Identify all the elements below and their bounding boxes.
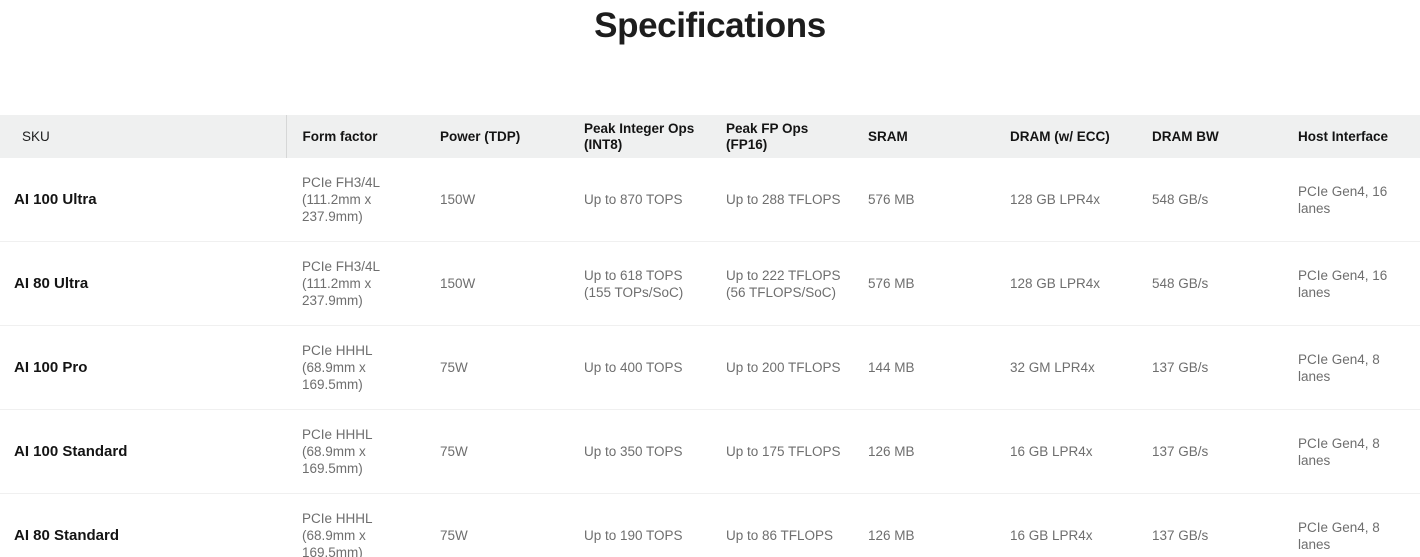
cell-dram-bw: 548 GB/s (1138, 241, 1282, 326)
cell-sku: AI 80 Ultra (0, 241, 286, 326)
cell-dram: 16 GB LPR4x (994, 409, 1138, 494)
cell-host-interface: PCIe Gen4, 8 lanes (1282, 409, 1420, 494)
cell-peak-fp16: Up to 222 TFLOPS (56 TFLOPS/SoC) (712, 241, 854, 326)
cell-peak-int8: Up to 190 TOPS (570, 493, 712, 557)
cell-sram: 576 MB (854, 158, 994, 242)
page-title: Specifications (594, 6, 826, 45)
cell-form-factor: PCIe HHHL (68.9mm x 169.5mm) (286, 409, 426, 494)
column-header-peak-int8[interactable]: Peak Integer Ops (INT8) (570, 115, 712, 158)
table-row[interactable]: AI 80 Standard PCIe HHHL (68.9mm x 169.5… (0, 493, 1420, 557)
column-header-host-interface[interactable]: Host Interface (1282, 115, 1420, 158)
cell-sram: 576 MB (854, 241, 994, 326)
specifications-table: SKU Form factor Power (TDP) Peak Integer… (0, 115, 1420, 557)
cell-form-factor: PCIe FH3/4L (111.2mm x 237.9mm) (286, 158, 426, 242)
cell-sku: AI 100 Standard (0, 409, 286, 494)
cell-peak-int8: Up to 870 TOPS (570, 158, 712, 242)
cell-dram: 128 GB LPR4x (994, 158, 1138, 242)
cell-power: 150W (426, 158, 570, 242)
cell-power: 150W (426, 241, 570, 326)
cell-peak-fp16: Up to 200 TFLOPS (712, 325, 854, 410)
cell-peak-fp16: Up to 175 TFLOPS (712, 409, 854, 494)
cell-form-factor: PCIe HHHL (68.9mm x 169.5mm) (286, 325, 426, 410)
cell-form-factor: PCIe FH3/4L (111.2mm x 237.9mm) (286, 241, 426, 326)
table-header: SKU Form factor Power (TDP) Peak Integer… (0, 115, 1420, 158)
specifications-page: Specifications SKU Form factor Power (TD… (0, 0, 1420, 557)
column-header-form-factor[interactable]: Form factor (286, 115, 426, 158)
table-row[interactable]: AI 100 Ultra PCIe FH3/4L (111.2mm x 237.… (0, 158, 1420, 242)
column-header-sku[interactable]: SKU (0, 115, 287, 158)
cell-host-interface: PCIe Gen4, 16 lanes (1282, 241, 1420, 326)
cell-power: 75W (426, 493, 570, 557)
cell-dram-bw: 548 GB/s (1138, 158, 1282, 242)
cell-peak-int8: Up to 618 TOPS (155 TOPs/SoC) (570, 241, 712, 326)
cell-form-factor: PCIe HHHL (68.9mm x 169.5mm) (286, 493, 426, 557)
table-header-row: SKU Form factor Power (TDP) Peak Integer… (0, 115, 1420, 158)
table-body: AI 100 Ultra PCIe FH3/4L (111.2mm x 237.… (0, 158, 1420, 557)
column-header-peak-fp16[interactable]: Peak FP Ops (FP16) (712, 115, 854, 158)
cell-sram: 126 MB (854, 409, 994, 494)
cell-dram-bw: 137 GB/s (1138, 493, 1282, 557)
cell-host-interface: PCIe Gen4, 8 lanes (1282, 493, 1420, 557)
table-row[interactable]: AI 100 Pro PCIe HHHL (68.9mm x 169.5mm) … (0, 325, 1420, 410)
cell-dram: 16 GB LPR4x (994, 493, 1138, 557)
cell-sku: AI 80 Standard (0, 493, 286, 557)
cell-sram: 144 MB (854, 325, 994, 410)
cell-dram: 128 GB LPR4x (994, 241, 1138, 326)
column-header-power[interactable]: Power (TDP) (426, 115, 570, 158)
column-header-dram[interactable]: DRAM (w/ ECC) (994, 115, 1138, 158)
column-header-sram[interactable]: SRAM (854, 115, 994, 158)
column-header-dram-bw[interactable]: DRAM BW (1138, 115, 1282, 158)
cell-dram-bw: 137 GB/s (1138, 409, 1282, 494)
cell-peak-int8: Up to 350 TOPS (570, 409, 712, 494)
cell-peak-fp16: Up to 288 TFLOPS (712, 158, 854, 242)
cell-peak-int8: Up to 400 TOPS (570, 325, 712, 410)
cell-dram-bw: 137 GB/s (1138, 325, 1282, 410)
cell-sku: AI 100 Ultra (0, 158, 286, 242)
cell-dram: 32 GM LPR4x (994, 325, 1138, 410)
cell-sram: 126 MB (854, 493, 994, 557)
table-row[interactable]: AI 100 Standard PCIe HHHL (68.9mm x 169.… (0, 409, 1420, 494)
cell-peak-fp16: Up to 86 TFLOPS (712, 493, 854, 557)
table-row[interactable]: AI 80 Ultra PCIe FH3/4L (111.2mm x 237.9… (0, 241, 1420, 326)
cell-host-interface: PCIe Gen4, 16 lanes (1282, 158, 1420, 242)
cell-power: 75W (426, 325, 570, 410)
cell-sku: AI 100 Pro (0, 325, 286, 410)
cell-power: 75W (426, 409, 570, 494)
cell-host-interface: PCIe Gen4, 8 lanes (1282, 325, 1420, 410)
